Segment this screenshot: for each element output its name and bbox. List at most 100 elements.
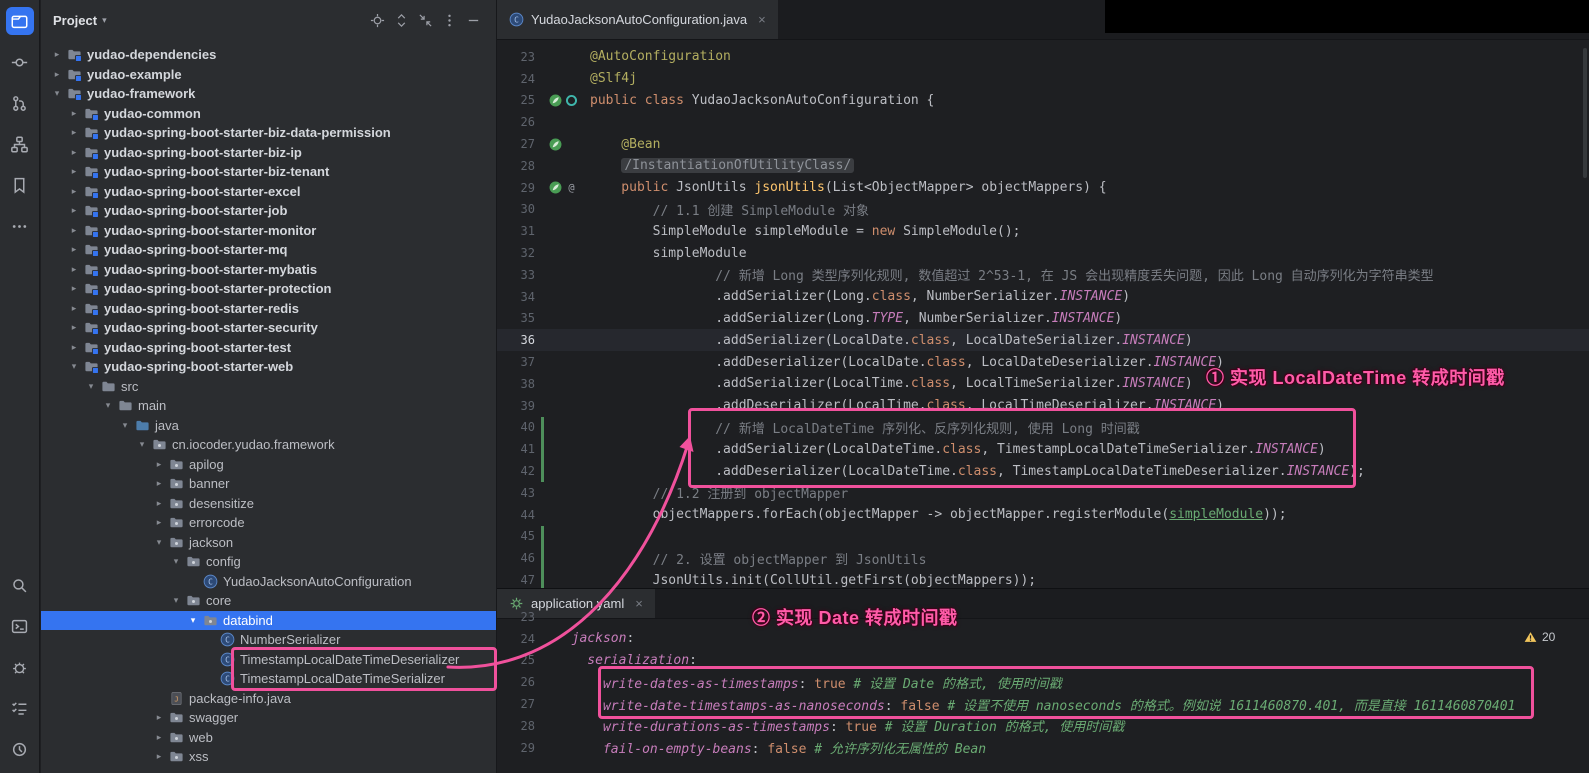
tree-item-yudao-spring-boot-starter-redis[interactable]: ▸yudao-spring-boot-starter-redis — [41, 299, 496, 319]
tree-item-yudao-spring-boot-starter-excel[interactable]: ▸yudao-spring-boot-starter-excel — [41, 182, 496, 202]
chevron-right-icon[interactable]: ▸ — [66, 127, 82, 138]
tree-item-yudao-spring-boot-starter-monitor[interactable]: ▸yudao-spring-boot-starter-monitor — [41, 221, 496, 241]
chevron-right-icon[interactable]: ▸ — [151, 517, 167, 528]
tree-item-errorcode[interactable]: ▸errorcode — [41, 513, 496, 533]
tree-item-yudao-spring-boot-starter-biz-tenant[interactable]: ▸yudao-spring-boot-starter-biz-tenant — [41, 162, 496, 182]
chevron-right-icon[interactable]: ▸ — [151, 732, 167, 743]
panel-action-locate-icon[interactable] — [366, 9, 388, 31]
activitybar-project-icon[interactable] — [6, 7, 34, 35]
chevron-right-icon[interactable]: ▸ — [151, 478, 167, 489]
yaml-line-24[interactable]: 24 jackson: — [497, 628, 1589, 650]
activitybar-terminal-icon[interactable] — [6, 612, 34, 640]
chevron-right-icon[interactable]: ▸ — [49, 49, 65, 60]
java-line-41[interactable]: 41 .addSerializer(LocalDateTime.class, T… — [497, 438, 1589, 460]
java-line-34[interactable]: 34 .addSerializer(Long.class, NumberSeri… — [497, 286, 1589, 308]
yaml-line-26[interactable]: 26 write-dates-as-timestamps: true # 设置 … — [497, 671, 1589, 693]
tree-item-yudao-spring-boot-starter-mybatis[interactable]: ▸yudao-spring-boot-starter-mybatis — [41, 260, 496, 280]
chevron-down-icon[interactable]: ▾ — [134, 439, 150, 450]
chevron-right-icon[interactable]: ▸ — [49, 69, 65, 80]
tree-item-yudao-spring-boot-starter-biz-ip[interactable]: ▸yudao-spring-boot-starter-biz-ip — [41, 143, 496, 163]
java-line-25[interactable]: 25public class YudaoJacksonAutoConfigura… — [497, 90, 1589, 112]
yaml-line-23[interactable]: 23 — [497, 606, 1589, 628]
tree-item-timestamplocaldatetimedeserializer[interactable]: CTimestampLocalDateTimeDeserializer — [41, 650, 496, 670]
editor-scrollbar[interactable] — [1583, 48, 1587, 178]
java-line-45[interactable]: 45 — [497, 526, 1589, 548]
tree-item-package-info-java[interactable]: Jpackage-info.java — [41, 689, 496, 709]
activitybar-debug-icon[interactable] — [6, 653, 34, 681]
java-line-36[interactable]: 36 .addSerializer(LocalDate.class, Local… — [497, 329, 1589, 351]
tree-item-yudao-spring-boot-starter-mq[interactable]: ▸yudao-spring-boot-starter-mq — [41, 240, 496, 260]
tree-item-databind[interactable]: ▾databind — [41, 611, 496, 631]
chevron-down-icon[interactable]: ▾ — [117, 420, 133, 431]
java-line-24[interactable]: 24@Slf4j — [497, 68, 1589, 90]
tree-item-yudao-dependencies[interactable]: ▸yudao-dependencies — [41, 45, 496, 65]
yaml-line-25[interactable]: 25 serialization: — [497, 650, 1589, 672]
java-line-32[interactable]: 32 simpleModule — [497, 242, 1589, 264]
close-icon[interactable]: × — [758, 12, 766, 27]
chevron-down-icon[interactable]: ▾ — [66, 361, 82, 372]
java-line-33[interactable]: 33 // 新增 Long 类型序列化规则, 数值超过 2^53-1, 在 JS… — [497, 264, 1589, 286]
chevron-right-icon[interactable]: ▸ — [151, 751, 167, 762]
activitybar-profiler-icon[interactable] — [6, 735, 34, 763]
tree-item-swagger[interactable]: ▸swagger — [41, 708, 496, 728]
tree-item-yudao-spring-boot-starter-web[interactable]: ▾yudao-spring-boot-starter-web — [41, 357, 496, 377]
java-line-43[interactable]: 43 // 1.2 注册到 objectMapper — [497, 482, 1589, 504]
tree-item-src[interactable]: ▾src — [41, 377, 496, 397]
tree-item-cn-iocoder-yudao-framework[interactable]: ▾cn.iocoder.yudao.framework — [41, 435, 496, 455]
tree-item-yudao-framework[interactable]: ▾yudao-framework — [41, 84, 496, 104]
java-line-26[interactable]: 26 — [497, 111, 1589, 133]
chevron-down-icon[interactable]: ▾ — [83, 381, 99, 392]
java-line-46[interactable]: 46 // 2. 设置 objectMapper 到 JsonUtils — [497, 547, 1589, 569]
chevron-right-icon[interactable]: ▸ — [66, 205, 82, 216]
panel-action-expand-icon[interactable] — [390, 9, 412, 31]
chevron-right-icon[interactable]: ▸ — [66, 244, 82, 255]
activitybar-pull-requests-icon[interactable] — [6, 89, 34, 117]
tree-item-core[interactable]: ▾core — [41, 591, 496, 611]
activitybar-more-icon[interactable] — [6, 212, 34, 240]
yaml-line-27[interactable]: 27 write-date-timestamps-as-nanoseconds:… — [497, 693, 1589, 715]
tree-item-jackson[interactable]: ▾jackson — [41, 533, 496, 553]
inspections-warning-badge[interactable]: 20 — [1524, 630, 1555, 644]
chevron-right-icon[interactable]: ▸ — [66, 147, 82, 158]
tree-item-xss[interactable]: ▸xss — [41, 747, 496, 767]
chevron-down-icon[interactable]: ▾ — [151, 537, 167, 548]
chevron-right-icon[interactable]: ▸ — [66, 283, 82, 294]
activitybar-bookmarks-icon[interactable] — [6, 171, 34, 199]
tree-item-yudao-spring-boot-starter-test[interactable]: ▸yudao-spring-boot-starter-test — [41, 338, 496, 358]
chevron-right-icon[interactable]: ▸ — [66, 186, 82, 197]
java-line-40[interactable]: 40 // 新增 LocalDateTime 序列化、反序列化规则, 使用 Lo… — [497, 417, 1589, 439]
yaml-line-28[interactable]: 28 write-durations-as-timestamps: true #… — [497, 715, 1589, 737]
java-line-31[interactable]: 31 SimpleModule simpleModule = new Simpl… — [497, 220, 1589, 242]
java-line-23[interactable]: 23@AutoConfiguration — [497, 46, 1589, 68]
activitybar-commit-icon[interactable] — [6, 48, 34, 76]
chevron-right-icon[interactable]: ▸ — [151, 712, 167, 723]
chevron-right-icon[interactable]: ▸ — [66, 225, 82, 236]
panel-action-more-v-icon[interactable] — [438, 9, 460, 31]
java-line-29[interactable]: 29@ public JsonUtils jsonUtils(List<Obje… — [497, 177, 1589, 199]
activitybar-search-icon[interactable] — [6, 571, 34, 599]
java-line-47[interactable]: 47 JsonUtils.init(CollUtil.getFirst(obje… — [497, 569, 1589, 588]
chevron-down-icon[interactable]: ▾ — [185, 615, 201, 626]
activitybar-todo-icon[interactable] — [6, 694, 34, 722]
tree-item-yudao-spring-boot-starter-biz-data-permission[interactable]: ▸yudao-spring-boot-starter-biz-data-perm… — [41, 123, 496, 143]
java-line-35[interactable]: 35 .addSerializer(Long.TYPE, NumberSeria… — [497, 308, 1589, 330]
tree-item-desensitize[interactable]: ▸desensitize — [41, 494, 496, 514]
java-line-37[interactable]: 37 .addDeserializer(LocalDate.class, Loc… — [497, 351, 1589, 373]
chevron-right-icon[interactable]: ▸ — [66, 303, 82, 314]
tree-item-yudao-spring-boot-starter-job[interactable]: ▸yudao-spring-boot-starter-job — [41, 201, 496, 221]
java-line-44[interactable]: 44 objectMappers.forEach(objectMapper ->… — [497, 504, 1589, 526]
tree-item-web[interactable]: ▸web — [41, 728, 496, 748]
chevron-down-icon[interactable]: ▾ — [168, 556, 184, 567]
java-line-28[interactable]: 28 /InstantiationOfUtilityClass/ — [497, 155, 1589, 177]
panel-action-collapse-icon[interactable] — [414, 9, 436, 31]
tree-item-apilog[interactable]: ▸apilog — [41, 455, 496, 475]
tree-item-yudao-spring-boot-starter-security[interactable]: ▸yudao-spring-boot-starter-security — [41, 318, 496, 338]
java-line-38[interactable]: 38 .addSerializer(LocalTime.class, Local… — [497, 373, 1589, 395]
project-panel-title[interactable]: Project — [53, 13, 97, 28]
chevron-down-icon[interactable]: ▾ — [49, 88, 65, 99]
tree-item-banner[interactable]: ▸banner — [41, 474, 496, 494]
tree-item-yudao-common[interactable]: ▸yudao-common — [41, 104, 496, 124]
tree-item-main[interactable]: ▾main — [41, 396, 496, 416]
chevron-right-icon[interactable]: ▸ — [66, 166, 82, 177]
java-line-30[interactable]: 30 // 1.1 创建 SimpleModule 对象 — [497, 199, 1589, 221]
